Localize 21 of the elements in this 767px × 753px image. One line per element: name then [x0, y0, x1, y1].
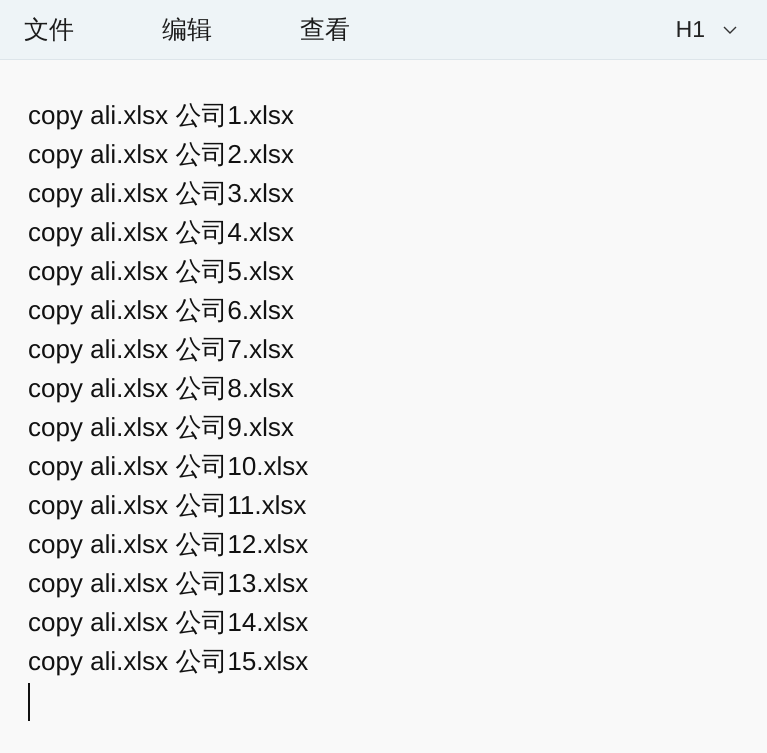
text-line: copy ali.xlsx 公司5.xlsx [28, 255, 295, 288]
text-line: copy ali.xlsx 公司4.xlsx [28, 216, 295, 249]
text-line: copy ali.xlsx 公司15.xlsx [28, 645, 310, 678]
text-line: copy ali.xlsx 公司14.xlsx [28, 606, 310, 639]
heading-dropdown[interactable]: H1 [668, 12, 745, 47]
menu-item[interactable]: 文件 [12, 9, 86, 50]
text-line: copy ali.xlsx 公司11.xlsx [28, 489, 308, 522]
text-line: copy ali.xlsx 公司12.xlsx [28, 528, 310, 561]
text-line: copy ali.xlsx 公司10.xlsx [28, 450, 310, 483]
menu-item[interactable]: 查看 [288, 9, 362, 50]
text-caret [28, 683, 30, 721]
text-line: copy ali.xlsx 公司7.xlsx [28, 333, 295, 366]
menu-item[interactable]: 编辑 [150, 9, 224, 50]
text-line: copy ali.xlsx 公司2.xlsx [28, 138, 295, 171]
text-line: copy ali.xlsx 公司13.xlsx [28, 567, 310, 600]
text-line: copy ali.xlsx 公司1.xlsx [28, 99, 295, 132]
text-line: copy ali.xlsx 公司9.xlsx [28, 411, 295, 444]
text-line: copy ali.xlsx 公司3.xlsx [28, 177, 295, 210]
chevron-down-icon [723, 26, 737, 34]
text-line: copy ali.xlsx 公司8.xlsx [28, 372, 295, 405]
text-line: copy ali.xlsx 公司6.xlsx [28, 294, 295, 327]
